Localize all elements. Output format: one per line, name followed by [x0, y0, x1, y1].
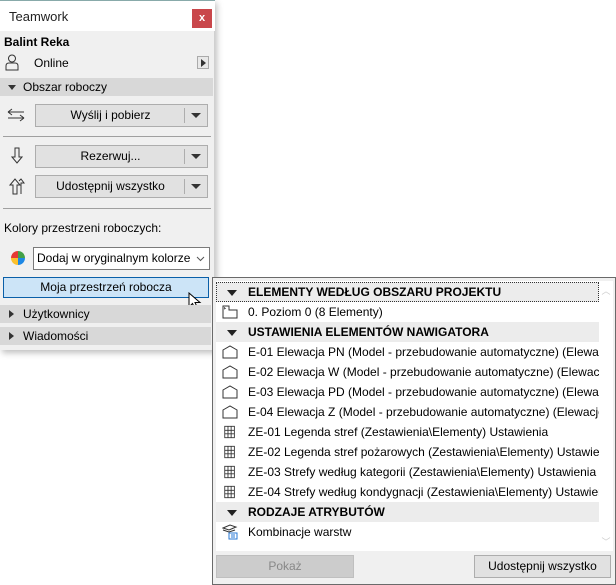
user-icon [5, 54, 19, 71]
row-label: ZE-03 Strefy według kategorii (Zestawien… [248, 465, 597, 479]
show-button[interactable]: Pokaż [216, 555, 354, 578]
send-receive-button[interactable]: Wyślij i pobierz [35, 104, 208, 127]
section-workspace[interactable]: Obszar roboczy [0, 78, 213, 96]
row-label: E-04 Elewacja Z (Model - przebudowanie a… [248, 405, 599, 419]
my-workspace-popup: ELEMENTY WEDŁUG OBSZARU PROJEKTU 0. Pozio… [212, 277, 616, 585]
section-label: Obszar roboczy [23, 80, 108, 94]
button-label: Udostępnij wszystko [56, 179, 165, 193]
chevron-down-icon[interactable] [191, 113, 201, 118]
button-label: Wyślij i pobierz [70, 108, 151, 122]
my-workspace-button[interactable]: Moja przestrzeń robocza [3, 277, 209, 298]
chevron-down-icon [196, 256, 205, 262]
colors-select[interactable]: Dodaj w oryginalnym kolorze [33, 247, 210, 270]
list-item[interactable]: ZE-02 Legenda stref pożarowych (Zestawie… [216, 442, 599, 462]
row-label: USTAWIENIA ELEMENTÓW NAWIGATORA [248, 325, 489, 339]
chevron-down-icon[interactable] [227, 290, 237, 296]
chevron-down-icon[interactable] [227, 330, 237, 336]
row-label: E-03 Elewacja PD (Model - przebudowanie … [248, 385, 599, 399]
elevation-icon [222, 365, 238, 379]
user-name: Balint Reka [4, 35, 70, 49]
reserve-button[interactable]: Rezerwuj... [35, 145, 208, 168]
button-label: Rezerwuj... [80, 149, 141, 163]
status-text: Online [34, 56, 69, 70]
layer-combination-icon [222, 524, 238, 540]
chevron-down-icon[interactable] [227, 510, 237, 516]
workspace-colors-icon [11, 251, 25, 265]
section-users[interactable]: Użytkownicy [0, 305, 211, 323]
schedule-icon [224, 445, 235, 459]
row-label: 0. Poziom 0 (8 Elementy) [248, 305, 383, 319]
story-icon [222, 305, 238, 319]
list-item[interactable]: 0. Poziom 0 (8 Elementy) [216, 302, 599, 322]
release-all-popup-button[interactable]: Udostępnij wszystko [474, 555, 611, 578]
list-item[interactable]: E-03 Elewacja PD (Model - przebudowanie … [216, 382, 599, 402]
list-item[interactable]: E-02 Elewacja W (Model - przebudowanie a… [216, 362, 599, 382]
section-label: Użytkownicy [23, 307, 90, 321]
section-messages[interactable]: Wiadomości [0, 327, 211, 345]
scrollbar[interactable]: ︿ ﹀ [599, 281, 613, 551]
list-group-header[interactable]: ELEMENTY WEDŁUG OBSZARU PROJEKTU [216, 282, 599, 302]
row-label: E-02 Elewacja W (Model - przebudowanie a… [248, 365, 599, 379]
row-label: ZE-04 Strefy według kondygnacji (Zestawi… [248, 485, 599, 499]
row-label: RODZAJE ATRYBUTÓW [248, 505, 385, 519]
list-item[interactable]: Kombinacje warstw [216, 522, 599, 542]
teamwork-panel: Teamwork x Balint Reka Online Obszar rob… [0, 0, 215, 350]
close-button[interactable]: x [192, 9, 212, 28]
release-all-icon [9, 178, 25, 195]
row-label: E-01 Elewacja PN (Model - przebudowanie … [248, 345, 599, 359]
schedule-icon [224, 465, 235, 479]
row-label: ZE-01 Legenda stref (Zestawienia\Element… [248, 425, 549, 439]
list-group-header[interactable]: RODZAJE ATRYBUTÓW [216, 502, 599, 522]
workspace-items-list[interactable]: ELEMENTY WEDŁUG OBSZARU PROJEKTU 0. Pozio… [216, 281, 599, 551]
select-value: Dodaj w oryginalnym kolorze [37, 251, 191, 265]
status-menu-button[interactable] [197, 56, 209, 69]
row-label: ZE-02 Legenda stref pożarowych (Zestawie… [248, 445, 599, 459]
release-all-button[interactable]: Udostępnij wszystko [35, 175, 208, 198]
row-label: ELEMENTY WEDŁUG OBSZARU PROJEKTU [248, 285, 502, 299]
list-item[interactable]: ZE-01 Legenda stref (Zestawienia\Element… [216, 422, 599, 442]
elevation-icon [222, 405, 238, 419]
title-bar: Teamwork x [0, 0, 215, 31]
send-receive-icon [7, 108, 25, 122]
schedule-icon [224, 425, 235, 439]
divider [3, 136, 211, 137]
colors-label: Kolory przestrzeni roboczych: [4, 221, 162, 235]
schedule-icon [224, 485, 235, 499]
list-item[interactable]: ZE-04 Strefy według kondygnacji (Zestawi… [216, 482, 599, 502]
reserve-icon [11, 147, 23, 164]
chevron-down-icon[interactable] [191, 154, 201, 159]
row-label: Kombinacje warstw [248, 525, 352, 539]
list-item[interactable]: E-01 Elewacja PN (Model - przebudowanie … [216, 342, 599, 362]
list-item[interactable]: E-04 Elewacja Z (Model - przebudowanie a… [216, 402, 599, 422]
divider [3, 208, 211, 209]
elevation-icon [222, 345, 238, 359]
list-item[interactable]: ZE-03 Strefy według kategorii (Zestawien… [216, 462, 599, 482]
section-label: Wiadomości [23, 329, 89, 343]
elevation-icon [222, 385, 238, 399]
chevron-down-icon[interactable] [191, 184, 201, 189]
list-group-header[interactable]: USTAWIENIA ELEMENTÓW NAWIGATORA [216, 322, 599, 342]
panel-title: Teamwork [9, 9, 69, 24]
